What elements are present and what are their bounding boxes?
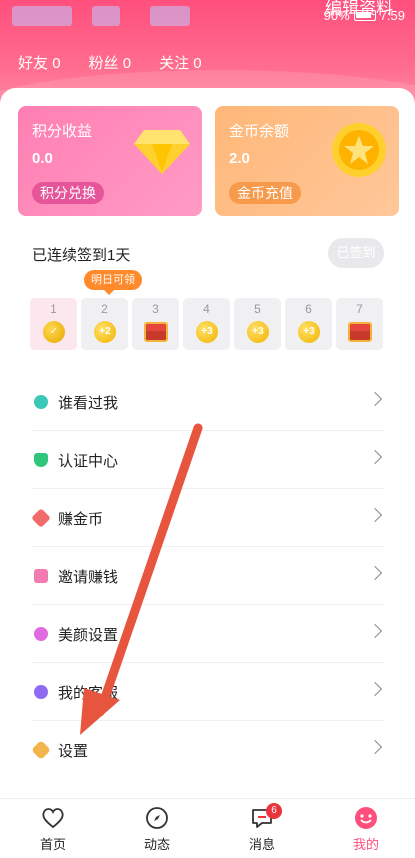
menu-item-verification-center[interactable]: 认证中心 [18,431,398,489]
menu-item-label: 认证中心 [58,452,119,470]
tab-messages-label: 消息 [248,837,275,852]
treasure-chest-icon [348,322,372,342]
clock-text: 7:59 [379,8,405,23]
points-value: 0.0 [32,150,53,167]
day-number: 4 [203,302,210,316]
envelope-icon [34,569,48,583]
checkin-day[interactable]: 2 +2 [81,298,128,350]
menu-item-beauty-settings[interactable]: 美颜设置 [18,605,398,663]
battery-text: 90% [323,8,350,23]
tomorrow-reward-tooltip: 明日可领 [84,270,142,295]
smiley-avatar-icon [355,807,377,829]
check-coin-icon: ✓ [43,321,65,343]
checkin-panel: 已连续签到1天 已签到 明日可领 1 ✓ 2 +2 3 4 +3 5 +3 6 … [18,226,398,358]
friends-stat[interactable]: 好友 0 [18,52,61,73]
coins-title: 金币余额 [229,123,290,140]
coins-card[interactable]: 金币余额 2.0 金币充值 [215,106,399,216]
tab-feed[interactable]: 动态 [127,805,187,853]
menu-item-who-viewed-me[interactable]: 谁看过我 [18,373,398,431]
day-number: 2 [101,302,108,316]
checkin-day[interactable]: 1 ✓ [30,298,77,350]
chevron-right-icon [367,391,383,407]
checkin-title: 已连续签到1天 [32,247,131,264]
chevron-right-icon [367,681,383,697]
tab-messages[interactable]: 6 消息 [232,803,292,853]
following-count: 0 [193,55,202,72]
checkin-day[interactable]: 5 +3 [234,298,281,350]
eye-icon [34,395,48,409]
coin-star-icon [332,123,386,177]
coins-recharge-button[interactable]: 金币充值 [229,182,301,204]
menu-item-earn-coins[interactable]: 赚金币 [18,489,398,547]
tab-home-label: 首页 [39,837,66,852]
profile-main: 积分收益 0.0 积分兑换 金币余额 2.0 金币充值 已连续签到1天 已签到 … [0,88,415,798]
tab-me-label: 我的 [352,837,379,852]
blurred-status-icons [92,6,120,26]
points-card[interactable]: 积分收益 0.0 积分兑换 [18,106,202,216]
fans-stat[interactable]: 粉丝 0 [89,52,132,73]
checkin-day[interactable]: 3 [132,298,179,350]
gear-icon [31,740,51,760]
coins-value: 2.0 [229,150,250,167]
day-number: 3 [152,302,159,316]
checkin-days: 1 ✓ 2 +2 3 4 +3 5 +3 6 +3 7 [30,298,383,350]
checked-in-button[interactable]: 已签到 [328,238,384,268]
smile-icon [34,627,48,641]
menu-item-label: 我的客服 [58,684,119,702]
fans-count: 0 [122,55,132,72]
menu-item-label: 赚金币 [58,510,104,528]
chevron-right-icon [367,623,383,639]
status-bar: 90% 7:59 [324,8,405,23]
day-number: 6 [305,302,312,316]
chevron-right-icon [367,739,383,755]
battery-icon [353,10,376,21]
menu-item-customer-service[interactable]: 我的客服 [18,663,398,721]
treasure-chest-icon [144,322,168,342]
compass-icon [146,807,168,829]
social-stats: 好友 0 粉丝 0 关注 0 [18,52,202,73]
bottom-tab-bar: 首页 动态 6 消息 我的 [0,798,415,858]
diamond-icon [134,130,190,174]
menu-item-label: 设置 [58,742,89,760]
coin-reward: +3 [247,321,269,343]
shield-icon [34,453,48,467]
points-title: 积分收益 [32,123,93,140]
checkin-day[interactable]: 7 [336,298,383,350]
coin-reward: +3 [196,321,218,343]
points-exchange-button[interactable]: 积分兑换 [32,182,104,204]
chevron-right-icon [367,507,383,523]
tab-me[interactable]: 我的 [336,805,396,853]
day-number: 5 [254,302,261,316]
menu-item-label: 邀请赚钱 [58,568,119,586]
checkin-day[interactable]: 6 +3 [285,298,332,350]
friends-label: 好友 [18,55,49,72]
headset-icon [34,685,48,699]
heart-icon [42,808,64,829]
fans-label: 粉丝 [88,55,119,72]
blurred-status-icons [12,6,72,26]
diamond-coin-icon [31,508,51,528]
coin-reward: +3 [298,321,320,343]
day-number: 7 [356,302,363,316]
friends-count: 0 [52,55,61,72]
checkin-day[interactable]: 4 +3 [183,298,230,350]
chevron-right-icon [367,565,383,581]
chevron-right-icon [367,449,383,465]
day-number: 1 [50,302,57,316]
tab-feed-label: 动态 [143,837,170,852]
tab-home[interactable]: 首页 [23,805,83,853]
settings-menu: 谁看过我 认证中心 赚金币 邀请赚钱 美颜设置 我的客服 设置 [18,373,398,778]
blurred-status-icons [150,6,190,26]
following-label: 关注 [159,55,190,72]
menu-item-settings[interactable]: 设置 [18,721,398,779]
coin-reward: +2 [94,321,116,343]
message-badge: 6 [266,803,282,819]
menu-item-label: 谁看过我 [58,394,119,412]
following-stat[interactable]: 关注 0 [159,52,202,73]
menu-item-invite-earn[interactable]: 邀请赚钱 [18,547,398,605]
menu-item-label: 美颜设置 [58,626,119,644]
